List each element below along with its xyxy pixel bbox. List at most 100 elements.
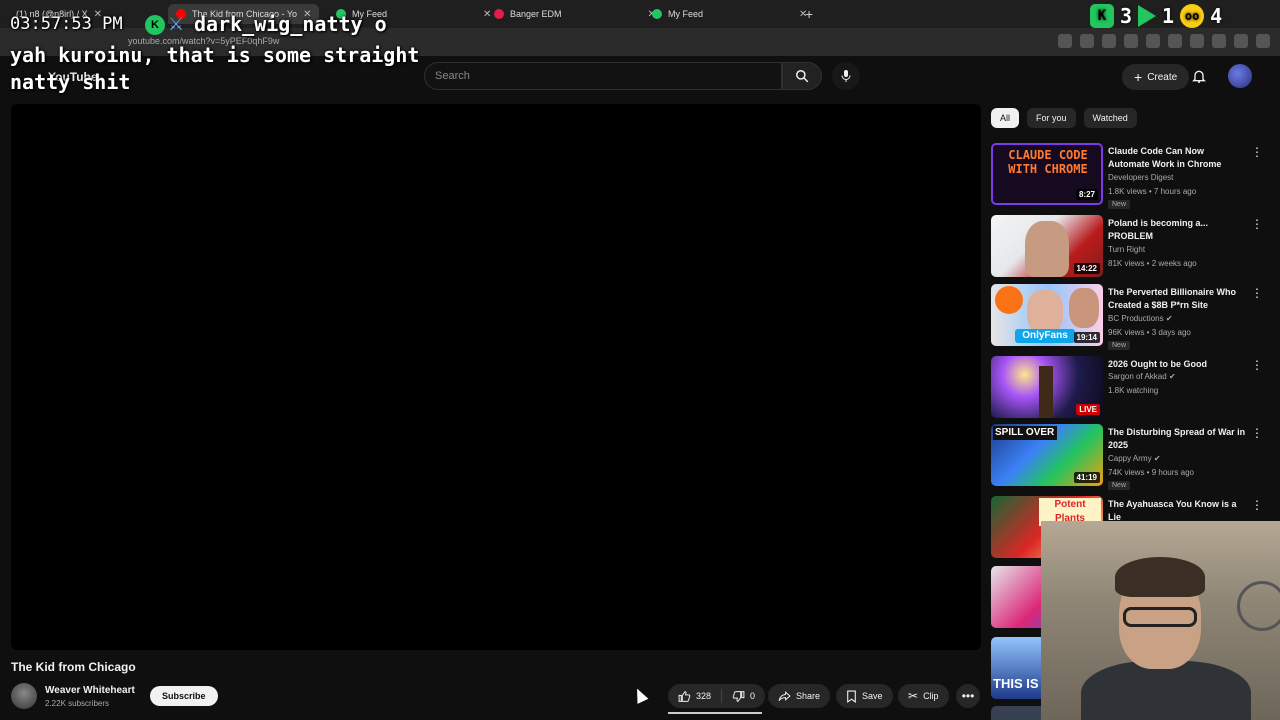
thumbnail-face [1027,290,1063,334]
share-label: Share [796,691,821,701]
extension-icon[interactable] [1212,34,1226,48]
webcam-person-glasses [1123,607,1197,627]
video-thumbnail[interactable]: CLAUDE CODE WITH CHROME 8:27 [991,143,1103,205]
extension-icon[interactable] [1190,34,1204,48]
search-icon [796,70,809,83]
extension-icon[interactable] [1058,34,1072,48]
video-title[interactable]: 2026 Ought to be Good [1108,358,1246,371]
extension-icon[interactable] [1146,34,1160,48]
extension-icon[interactable] [1102,34,1116,48]
more-vert-icon[interactable]: ⋮ [1251,145,1263,159]
overlay-username: dark_wig_natty [194,12,363,36]
overlay-glasses-icon: oo [1180,4,1205,28]
video-meta: 1.8K watching [1108,386,1159,395]
overlay-sword-icon: ⚔ [168,14,185,34]
chip-all[interactable]: All [991,108,1020,128]
subscribe-button[interactable]: Subscribe [150,686,218,706]
tab-my-feed-2[interactable]: My Feed ✕ [644,4,815,24]
extension-icon[interactable] [1168,34,1182,48]
duration-badge: 8:27 [1075,189,1098,200]
like-button[interactable]: 328 [668,684,721,708]
new-badge: New [1108,341,1131,350]
feed-favicon-icon [652,9,662,19]
notifications-button[interactable] [1191,68,1207,89]
overlay-clock: 03:57:53 PM [10,14,123,34]
new-tab-icon[interactable]: + [805,6,813,22]
search-input[interactable] [425,63,781,89]
clip-button[interactable]: ✂ Clip [898,684,949,708]
tab-label: My Feed [668,9,704,19]
video-title[interactable]: The Disturbing Spread of War in 2025 [1108,426,1246,452]
thumbnail-text: SPILL OVER [993,426,1057,440]
channel-name-text: Sargon of Akkad [1108,372,1167,381]
dislike-count: 0 [750,691,756,701]
more-vert-icon[interactable]: ⋮ [1251,217,1263,231]
bell-icon [1192,70,1206,83]
voice-search-button[interactable] [832,62,860,90]
video-meta: 74K views • 9 hours ago [1108,468,1194,477]
video-title[interactable]: Claude Code Can Now Automate Work in Chr… [1108,145,1246,171]
channel-avatar[interactable] [11,683,37,709]
recommendation-item[interactable]: CLAUDE CODE WITH CHROME 8:27 Claude Code… [991,143,1263,209]
search-button[interactable] [782,62,822,90]
recommendation-item[interactable]: OnlyFans 19:14 The Perverted Billionaire… [991,284,1263,350]
save-button[interactable]: Save [836,684,893,708]
video-title[interactable]: Poland is becoming a... PROBLEM [1108,217,1246,243]
create-button[interactable]: + Create [1122,64,1190,90]
chip-watched[interactable]: Watched [1083,108,1137,128]
verified-icon: ✔ [1168,372,1176,381]
video-thumbnail[interactable]: LIVE [991,356,1103,418]
extension-icon[interactable] [1234,34,1248,48]
overlay-k-badge-icon: K [145,15,165,35]
video-title[interactable]: The Perverted Billionaire Who Created a … [1108,286,1246,312]
thumbs-down-icon [732,690,745,702]
overlay-trailing: o [374,12,387,36]
mouse-cursor-icon [631,686,649,704]
more-vert-icon[interactable]: ⋮ [1251,358,1263,372]
extension-icon[interactable] [1124,34,1138,48]
thumbnail-face [1025,221,1069,277]
plus-icon: + [1134,69,1143,85]
more-vert-icon[interactable]: ⋮ [1251,426,1263,440]
channel-name[interactable]: Sargon of Akkad ✔ [1108,372,1176,381]
recommendation-item[interactable]: LIVE 2026 Ought to be Good Sargon of Akk… [991,356,1263,420]
share-button[interactable]: Share [768,684,831,708]
overlay-counter: 3 [1120,4,1133,28]
channel-name[interactable]: BC Productions ✔ [1108,314,1173,323]
video-thumbnail[interactable]: OnlyFans 19:14 [991,284,1103,346]
recommendation-item[interactable]: 14:22 Poland is becoming a... PROBLEM Tu… [991,215,1263,279]
channel-name[interactable]: Developers Digest [1108,173,1173,182]
account-avatar[interactable] [1228,64,1252,88]
video-meta: 1.8K views • 7 hours ago [1108,187,1197,196]
bookmark-icon [847,690,856,703]
chip-for-you[interactable]: For you [1027,108,1076,128]
thumbnail-face [1069,288,1099,328]
video-thumbnail[interactable]: 14:22 [991,215,1103,277]
recommendation-item[interactable]: SPILL OVER 41:19 The Disturbing Spread o… [991,424,1263,490]
music-favicon-icon [494,9,504,19]
tab-banger-edm[interactable]: Banger EDM ✕ [486,4,664,24]
like-ratio-bar [668,712,762,714]
video-thumbnail[interactable]: SPILL OVER 41:19 [991,424,1103,486]
overlay-counters: K 3 1 oo 4 [1090,4,1222,28]
search-box [424,62,782,90]
overlay-counter: 4 [1210,4,1223,28]
duration-badge: 41:19 [1073,472,1100,483]
channel-name[interactable]: Turn Right [1108,245,1145,254]
video-player[interactable] [11,104,981,650]
video-meta: 81K views • 2 weeks ago [1108,259,1197,268]
duration-badge: 14:22 [1073,263,1100,274]
new-badge: New [1108,481,1131,490]
channel-name[interactable]: Weaver Whiteheart [45,685,135,696]
more-vert-icon[interactable]: ⋮ [1251,286,1263,300]
extension-icons [1058,34,1270,48]
extension-icon[interactable] [1080,34,1094,48]
extension-icon[interactable] [1256,34,1270,48]
dislike-button[interactable]: 0 [722,684,765,708]
share-icon [778,690,791,701]
more-vert-icon[interactable]: ⋮ [1251,498,1263,512]
like-dislike-bar: 328 0 [668,684,766,708]
like-count: 328 [696,691,712,701]
channel-name[interactable]: Cappy Army ✔ [1108,454,1161,463]
more-actions-icon[interactable]: ••• [956,684,980,708]
